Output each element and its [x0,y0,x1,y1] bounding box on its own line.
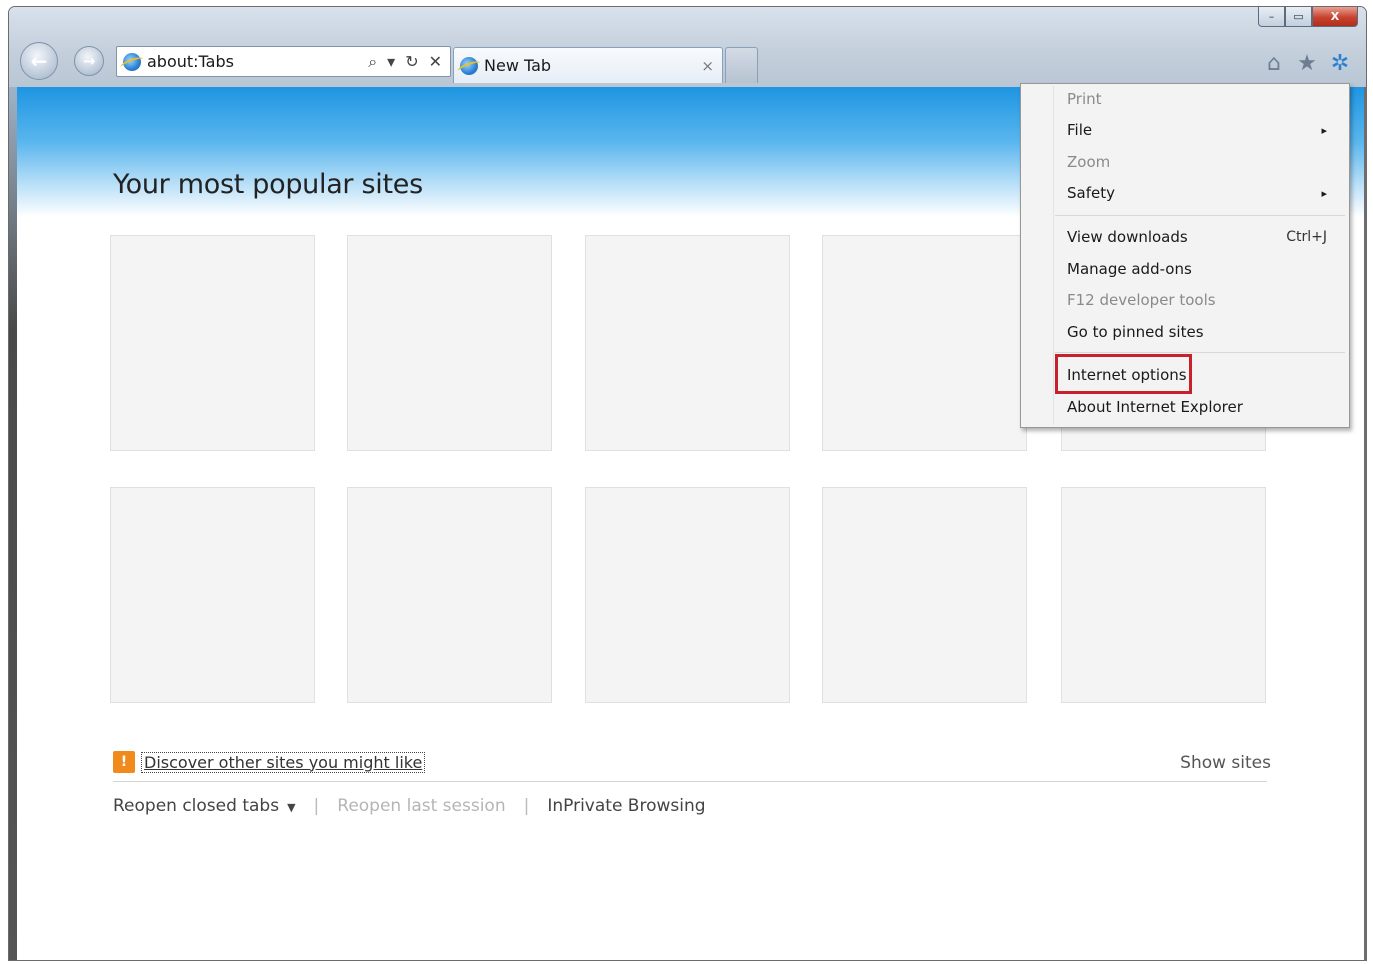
refresh-icon[interactable]: ↻ [405,52,418,72]
menu-item-view-downloads[interactable]: View downloads Ctrl+J [1067,223,1327,251]
tab-close-icon[interactable]: × [701,57,714,75]
site-tile[interactable] [822,487,1027,703]
menu-item-pinned-sites[interactable]: Go to pinned sites [1067,318,1327,346]
tools-menu: Print File ▸ Zoom Safety ▸ View download… [1020,83,1350,428]
submenu-arrow-icon: ▸ [1321,123,1327,137]
lightbulb-icon: ! [113,751,135,773]
separator: | [313,796,320,816]
menu-item-label: Safety [1067,184,1115,202]
window-controls: – ▭ X [1258,7,1358,27]
command-icons: ⌂ ★ ✲ [1262,51,1352,76]
reopen-last-session-link: Reopen last session [337,796,506,816]
address-tools: ⌕ ▾ ↻ ✕ [368,52,442,72]
submenu-arrow-icon: ▸ [1321,186,1327,200]
highlight-box [1055,354,1192,394]
menu-item-label: Go to pinned sites [1067,323,1204,341]
close-button[interactable]: X [1312,7,1358,27]
menu-item-f12-tools: F12 developer tools [1067,286,1327,314]
menu-item-label: File [1067,121,1093,139]
site-tile[interactable] [110,235,315,451]
tools-gear-icon[interactable]: ✲ [1328,51,1352,76]
address-url[interactable]: about:Tabs [147,52,368,71]
menu-item-label: F12 developer tools [1067,291,1216,309]
inprivate-browsing-link[interactable]: InPrivate Browsing [547,796,705,816]
tab-label: New Tab [484,56,552,75]
back-button[interactable]: ← [20,42,58,80]
menu-item-safety[interactable]: Safety ▸ [1067,179,1327,207]
window-left-edge [9,87,17,960]
site-tile[interactable] [585,235,790,451]
menu-item-label: View downloads [1067,228,1188,246]
menu-item-zoom: Zoom [1067,148,1327,176]
forward-button[interactable]: → [74,46,104,76]
ie-tab-icon [460,56,478,75]
site-tile[interactable] [347,487,552,703]
new-tab-button[interactable] [725,47,758,83]
site-tile[interactable] [585,487,790,703]
site-tile[interactable] [347,235,552,451]
page-title: Your most popular sites [113,169,423,200]
separator: | [523,796,530,816]
menu-item-label: Zoom [1067,153,1111,171]
forward-arrow-icon: → [82,52,96,70]
search-icon[interactable]: ⌕ [368,52,377,72]
chevron-down-icon: ▼ [287,801,296,814]
menu-separator [1055,352,1345,353]
menu-shortcut: Ctrl+J [1286,229,1327,245]
menu-gutter [1053,86,1054,425]
site-tile[interactable] [110,487,315,703]
show-sites-link[interactable]: Show sites [1180,753,1271,773]
discover-row: ! Discover other sites you might like [113,751,426,773]
minimize-button[interactable]: – [1258,7,1285,27]
menu-item-about-ie[interactable]: About Internet Explorer [1067,393,1327,421]
favorites-icon[interactable]: ★ [1295,51,1319,76]
menu-item-label: About Internet Explorer [1067,398,1243,416]
discover-sites-link[interactable]: Discover other sites you might like [141,751,426,773]
footer-divider [113,781,1267,782]
menu-separator [1055,215,1345,216]
maximize-button[interactable]: ▭ [1285,7,1312,27]
menu-item-manage-addons[interactable]: Manage add-ons [1067,255,1327,283]
site-tile[interactable] [822,235,1027,451]
menu-item-label: Print [1067,90,1102,108]
reopen-closed-tabs-label: Reopen closed tabs [113,796,280,816]
back-arrow-icon: ← [30,49,48,73]
footer-links: Reopen closed tabs ▼ | Reopen last sessio… [113,796,706,816]
site-tile[interactable] [1061,487,1266,703]
address-bar[interactable]: about:Tabs ⌕ ▾ ↻ ✕ [116,46,451,77]
menu-item-label: Manage add-ons [1067,260,1192,278]
home-icon[interactable]: ⌂ [1262,51,1286,76]
tab-new-tab[interactable]: New Tab × [453,47,723,83]
stop-icon[interactable]: ✕ [429,52,442,72]
reopen-closed-tabs-link[interactable]: Reopen closed tabs ▼ [113,796,296,816]
menu-item-file[interactable]: File ▸ [1067,116,1327,144]
ie-page-icon [123,52,141,71]
menu-item-print: Print [1067,85,1327,113]
dropdown-icon[interactable]: ▾ [387,52,395,72]
